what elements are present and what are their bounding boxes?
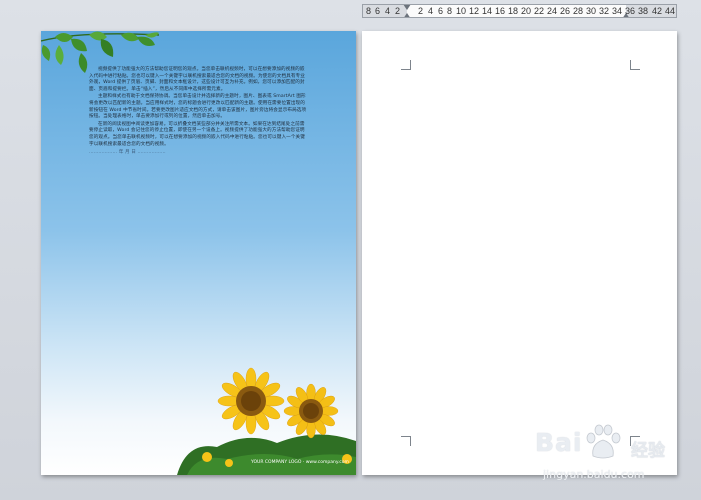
- ruler-tick-label: 10: [456, 6, 467, 16]
- ruler-tick-label: 22: [534, 6, 545, 16]
- ruler-tick-label: 24: [547, 6, 558, 16]
- ruler-tick-label: 38: [638, 6, 649, 16]
- ruler-tick-label: 28: [573, 6, 584, 16]
- ruler-tick-label: 46: [676, 6, 677, 17]
- horizontal-ruler[interactable]: 8 6 4 2 2 4 6 8 10 12 14 16 18 20 22 24 26 28 30 32 34 36 38 42…: [362, 4, 677, 18]
- body-paragraph-1: 视频提供了功能强大的方法帮助您证明您的观点。当您单击联机视频时，可以在想要添加的…: [89, 67, 305, 92]
- footer-watermark-text: YOUR COMPANY LOGO · www.company.com: [251, 460, 349, 465]
- ruler-tick-label: 16: [495, 6, 506, 16]
- ruler-tick-label: 18: [508, 6, 519, 16]
- sunflower-large: [217, 367, 285, 435]
- watermark-brand-text: Bai: [535, 428, 583, 457]
- sunflower-medium: [283, 383, 339, 439]
- ruler-tick-label: 2: [395, 6, 401, 16]
- watermark-cn-text: 经验: [631, 441, 665, 461]
- ruler-tick-label: 6: [375, 6, 381, 16]
- body-paragraph-2: 主题和样式也有助于文档保持协调。当您单击设计并选择新的主题时，图片、图表或 Sm…: [89, 94, 307, 120]
- ruler-tick-label: 20: [521, 6, 532, 16]
- document-page-2[interactable]: [362, 31, 677, 475]
- signature-line: ……………… 年 月 日 ………………: [89, 150, 166, 156]
- right-indent-marker[interactable]: [622, 13, 630, 17]
- body-paragraph-3: 在新的阅读视图中阅读更加容易。可以折叠文档某些部分并关注所需文本。如果在达到结尾…: [89, 121, 305, 147]
- ruler-tick-label: 44: [665, 6, 676, 16]
- paw-icon: [586, 424, 621, 459]
- ruler-tick-label: 32: [599, 6, 610, 16]
- crop-mark-top-left: [401, 60, 411, 70]
- ruler-tick-label: 8: [366, 6, 372, 16]
- ruler-tick-label: 2: [418, 6, 424, 16]
- ruler-tick-label: 26: [560, 6, 571, 16]
- ruler-tick-label: 30: [586, 6, 597, 16]
- ruler-tick-label: 34: [612, 6, 623, 16]
- first-line-indent-marker[interactable]: [403, 5, 411, 10]
- baidu-jingyan-watermark: Bai 经验 jingyan.baidu.com: [535, 424, 695, 490]
- document-page-1[interactable]: 视频提供了功能强大的方法帮助您证明您的观点。当您单击联机视频时，可以在想要添加的…: [41, 31, 356, 475]
- crop-mark-bottom-left: [401, 436, 411, 446]
- sunflowers-image: [177, 367, 356, 475]
- watermark-url: jingyan.baidu.com: [543, 468, 645, 481]
- ruler-tick-label: 4: [428, 6, 434, 16]
- ruler-tick-label: 42: [652, 6, 663, 16]
- crop-mark-top-right: [630, 60, 640, 70]
- hanging-indent-marker[interactable]: [403, 13, 411, 17]
- ruler-tick-label: 8: [447, 6, 453, 16]
- ruler-tick-label: 4: [385, 6, 391, 16]
- ruler-tick-label: 6: [438, 6, 444, 16]
- document-body-text[interactable]: 视频提供了功能强大的方法帮助您证明您的观点。当您单击联机视频时，可以在想要添加的…: [89, 67, 307, 158]
- ruler-tick-label: 12: [469, 6, 480, 16]
- ruler-tick-label: 14: [482, 6, 493, 16]
